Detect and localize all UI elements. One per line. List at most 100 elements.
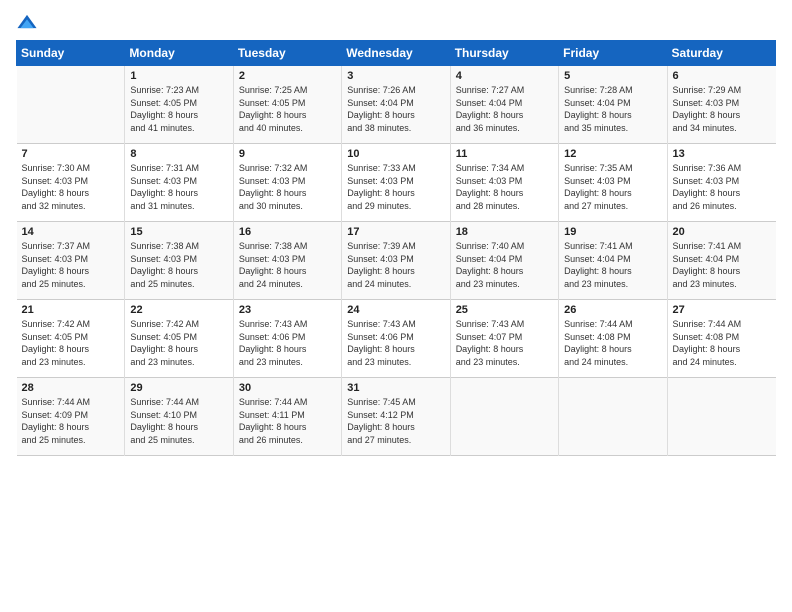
calendar-cell: 14Sunrise: 7:37 AM Sunset: 4:03 PM Dayli… xyxy=(17,222,125,300)
logo xyxy=(16,14,40,34)
calendar-cell: 4 Sunrise: 7:27 AM Sunset: 4:04 PM Daylig… xyxy=(450,66,558,144)
day-info: Sunrise: 7:40 AM Sunset: 4:04 PM Dayligh… xyxy=(456,240,553,290)
calendar-cell: 6Sunrise: 7:29 AM Sunset: 4:03 PM Daylig… xyxy=(667,66,775,144)
col-header-sunday: Sunday xyxy=(17,41,125,66)
day-info: Sunrise: 7:23 AM Sunset: 4:05 PM Dayligh… xyxy=(130,84,227,134)
day-number: 5 xyxy=(564,70,661,82)
col-header-tuesday: Tuesday xyxy=(233,41,341,66)
day-info: Sunrise: 7:43 AM Sunset: 4:06 PM Dayligh… xyxy=(347,318,444,368)
day-info: Sunrise: 7:31 AM Sunset: 4:03 PM Dayligh… xyxy=(130,162,227,212)
calendar-cell xyxy=(559,378,667,456)
day-info: Sunrise: 7:26 AM Sunset: 4:04 PM Dayligh… xyxy=(347,84,444,134)
day-info: Sunrise: 7:34 AM Sunset: 4:03 PM Dayligh… xyxy=(456,162,553,212)
day-info: Sunrise: 7:25 AM Sunset: 4:05 PM Dayligh… xyxy=(239,84,336,134)
day-info: Sunrise: 7:44 AM Sunset: 4:08 PM Dayligh… xyxy=(564,318,661,368)
day-info: Sunrise: 7:44 AM Sunset: 4:10 PM Dayligh… xyxy=(130,396,227,446)
day-info: Sunrise: 7:29 AM Sunset: 4:03 PM Dayligh… xyxy=(673,84,771,134)
calendar-cell xyxy=(667,378,775,456)
day-number: 30 xyxy=(239,382,336,394)
calendar-cell: 1 Sunrise: 7:23 AM Sunset: 4:05 PM Daylig… xyxy=(125,66,233,144)
day-info: Sunrise: 7:39 AM Sunset: 4:03 PM Dayligh… xyxy=(347,240,444,290)
day-number: 23 xyxy=(239,304,336,316)
day-info: Sunrise: 7:43 AM Sunset: 4:06 PM Dayligh… xyxy=(239,318,336,368)
calendar-cell: 19Sunrise: 7:41 AM Sunset: 4:04 PM Dayli… xyxy=(559,222,667,300)
calendar-cell: 21 Sunrise: 7:42 AM Sunset: 4:05 PM Dayli… xyxy=(17,300,125,378)
calendar-cell: 15 Sunrise: 7:38 AM Sunset: 4:03 PM Dayli… xyxy=(125,222,233,300)
calendar-cell: 26 Sunrise: 7:44 AM Sunset: 4:08 PM Dayli… xyxy=(559,300,667,378)
calendar-cell: 5Sunrise: 7:28 AM Sunset: 4:04 PM Daylig… xyxy=(559,66,667,144)
day-info: Sunrise: 7:38 AM Sunset: 4:03 PM Dayligh… xyxy=(239,240,336,290)
logo-icon xyxy=(16,12,38,34)
calendar-cell: 9Sunrise: 7:32 AM Sunset: 4:03 PM Daylig… xyxy=(233,144,341,222)
day-number: 7 xyxy=(22,148,120,160)
day-info: Sunrise: 7:45 AM Sunset: 4:12 PM Dayligh… xyxy=(347,396,444,446)
day-number: 28 xyxy=(22,382,120,394)
day-number: 31 xyxy=(347,382,444,394)
day-number: 22 xyxy=(130,304,227,316)
calendar-cell: 28 Sunrise: 7:44 AM Sunset: 4:09 PM Dayli… xyxy=(17,378,125,456)
day-number: 21 xyxy=(22,304,120,316)
calendar-cell: 7 Sunrise: 7:30 AM Sunset: 4:03 PM Daylig… xyxy=(17,144,125,222)
day-number: 3 xyxy=(347,70,444,82)
calendar-cell: 20 Sunrise: 7:41 AM Sunset: 4:04 PM Dayli… xyxy=(667,222,775,300)
calendar-cell: 31 Sunrise: 7:45 AM Sunset: 4:12 PM Dayli… xyxy=(342,378,450,456)
day-number: 27 xyxy=(673,304,771,316)
calendar-cell: 12Sunrise: 7:35 AM Sunset: 4:03 PM Dayli… xyxy=(559,144,667,222)
calendar-cell xyxy=(17,66,125,144)
day-info: Sunrise: 7:42 AM Sunset: 4:05 PM Dayligh… xyxy=(22,318,120,368)
day-number: 14 xyxy=(22,226,120,238)
calendar-cell: 3 Sunrise: 7:26 AM Sunset: 4:04 PM Daylig… xyxy=(342,66,450,144)
day-number: 25 xyxy=(456,304,553,316)
calendar-cell xyxy=(450,378,558,456)
calendar-cell: 10 Sunrise: 7:33 AM Sunset: 4:03 PM Dayli… xyxy=(342,144,450,222)
calendar-cell: 27 Sunrise: 7:44 AM Sunset: 4:08 PM Dayli… xyxy=(667,300,775,378)
day-number: 18 xyxy=(456,226,553,238)
calendar-cell: 8 Sunrise: 7:31 AM Sunset: 4:03 PM Daylig… xyxy=(125,144,233,222)
day-number: 24 xyxy=(347,304,444,316)
calendar-cell: 24 Sunrise: 7:43 AM Sunset: 4:06 PM Dayli… xyxy=(342,300,450,378)
day-number: 17 xyxy=(347,226,444,238)
calendar-week-row: 7 Sunrise: 7:30 AM Sunset: 4:03 PM Daylig… xyxy=(17,144,776,222)
calendar-cell: 29 Sunrise: 7:44 AM Sunset: 4:10 PM Dayli… xyxy=(125,378,233,456)
calendar-table: SundayMondayTuesdayWednesdayThursdayFrid… xyxy=(16,40,776,456)
day-number: 4 xyxy=(456,70,553,82)
day-number: 16 xyxy=(239,226,336,238)
day-info: Sunrise: 7:33 AM Sunset: 4:03 PM Dayligh… xyxy=(347,162,444,212)
day-number: 20 xyxy=(673,226,771,238)
calendar-cell: 22 Sunrise: 7:42 AM Sunset: 4:05 PM Dayli… xyxy=(125,300,233,378)
day-number: 1 xyxy=(130,70,227,82)
calendar-week-row: 21 Sunrise: 7:42 AM Sunset: 4:05 PM Dayli… xyxy=(17,300,776,378)
main-container: SundayMondayTuesdayWednesdayThursdayFrid… xyxy=(0,0,792,464)
day-info: Sunrise: 7:42 AM Sunset: 4:05 PM Dayligh… xyxy=(130,318,227,368)
calendar-week-row: 14Sunrise: 7:37 AM Sunset: 4:03 PM Dayli… xyxy=(17,222,776,300)
col-header-saturday: Saturday xyxy=(667,41,775,66)
calendar-cell: 16 Sunrise: 7:38 AM Sunset: 4:03 PM Dayli… xyxy=(233,222,341,300)
calendar-cell: 30Sunrise: 7:44 AM Sunset: 4:11 PM Dayli… xyxy=(233,378,341,456)
calendar-cell: 2 Sunrise: 7:25 AM Sunset: 4:05 PM Daylig… xyxy=(233,66,341,144)
day-number: 26 xyxy=(564,304,661,316)
calendar-header-row: SundayMondayTuesdayWednesdayThursdayFrid… xyxy=(17,41,776,66)
calendar-week-row: 1 Sunrise: 7:23 AM Sunset: 4:05 PM Daylig… xyxy=(17,66,776,144)
day-info: Sunrise: 7:30 AM Sunset: 4:03 PM Dayligh… xyxy=(22,162,120,212)
day-number: 15 xyxy=(130,226,227,238)
day-info: Sunrise: 7:44 AM Sunset: 4:08 PM Dayligh… xyxy=(673,318,771,368)
day-number: 9 xyxy=(239,148,336,160)
day-number: 8 xyxy=(130,148,227,160)
calendar-cell: 17 Sunrise: 7:39 AM Sunset: 4:03 PM Dayli… xyxy=(342,222,450,300)
day-info: Sunrise: 7:27 AM Sunset: 4:04 PM Dayligh… xyxy=(456,84,553,134)
col-header-thursday: Thursday xyxy=(450,41,558,66)
calendar-cell: 25 Sunrise: 7:43 AM Sunset: 4:07 PM Dayli… xyxy=(450,300,558,378)
day-info: Sunrise: 7:43 AM Sunset: 4:07 PM Dayligh… xyxy=(456,318,553,368)
day-info: Sunrise: 7:41 AM Sunset: 4:04 PM Dayligh… xyxy=(673,240,771,290)
calendar-cell: 18 Sunrise: 7:40 AM Sunset: 4:04 PM Dayli… xyxy=(450,222,558,300)
day-info: Sunrise: 7:44 AM Sunset: 4:09 PM Dayligh… xyxy=(22,396,120,446)
day-number: 29 xyxy=(130,382,227,394)
day-number: 13 xyxy=(673,148,771,160)
day-info: Sunrise: 7:38 AM Sunset: 4:03 PM Dayligh… xyxy=(130,240,227,290)
day-number: 10 xyxy=(347,148,444,160)
col-header-monday: Monday xyxy=(125,41,233,66)
day-number: 2 xyxy=(239,70,336,82)
calendar-cell: 23 Sunrise: 7:43 AM Sunset: 4:06 PM Dayli… xyxy=(233,300,341,378)
calendar-cell: 11Sunrise: 7:34 AM Sunset: 4:03 PM Dayli… xyxy=(450,144,558,222)
col-header-friday: Friday xyxy=(559,41,667,66)
